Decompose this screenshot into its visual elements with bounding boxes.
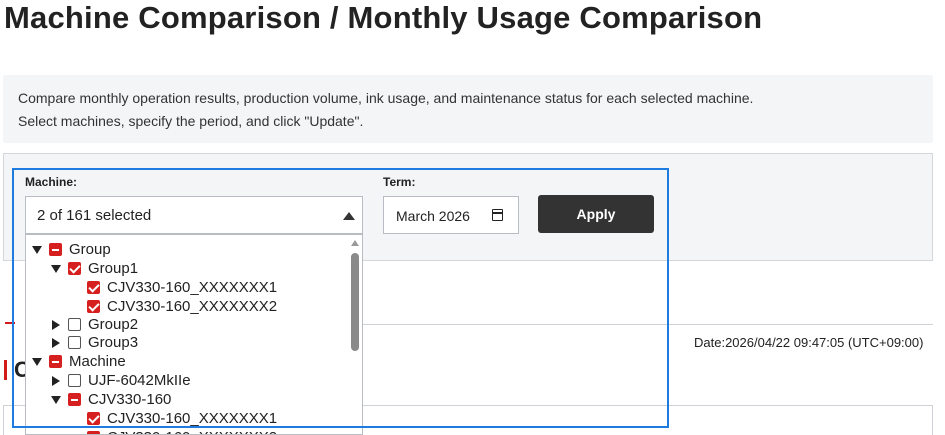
machine-label: Machine: (25, 175, 78, 189)
tree-node[interactable]: Machine (30, 352, 126, 371)
machine-tree-dropdown[interactable]: Group Group1 CJV330-160_XXXXXXX1 CJV330-160… (25, 234, 363, 435)
tree-checkbox[interactable] (68, 318, 81, 331)
tree-node-label: CJV330-160_XXXXXXX1 (107, 279, 278, 296)
tree-node[interactable]: CJV330-160_XXXXXXX2 (68, 297, 277, 316)
tree-checkbox[interactable] (87, 431, 100, 434)
tree-node[interactable]: Group3 (49, 333, 138, 352)
description-line-2: Select machines, specify the period, and… (18, 113, 364, 129)
tree-node[interactable]: Group (30, 240, 111, 259)
description-box: Compare monthly operation results, produ… (3, 75, 933, 143)
tree-node[interactable]: CJV330-160 (49, 390, 171, 409)
expand-caret-down-icon[interactable] (49, 259, 63, 278)
tree-node[interactable]: Group1 (49, 259, 138, 278)
expand-caret-right-icon[interactable] (49, 315, 63, 334)
tree-checkbox[interactable] (68, 374, 81, 387)
term-month-input[interactable]: March 2026 (383, 196, 519, 234)
tree-checkbox[interactable] (49, 243, 62, 256)
term-label: Term: (383, 175, 416, 189)
tree-checkbox[interactable] (87, 281, 100, 294)
tree-node[interactable]: CJV330-160_XXXXXXX2 (68, 428, 277, 434)
tree-node-label: CJV330-160_XXXXXXX2 (107, 429, 277, 434)
scroll-thumb[interactable] (351, 253, 359, 351)
tree-node-label: Group (69, 241, 111, 258)
tree-node[interactable]: CJV330-160_XXXXXXX1 (68, 278, 277, 297)
tree-checkbox[interactable] (87, 412, 100, 425)
expand-caret-down-icon[interactable] (30, 352, 44, 371)
tree-node-label: CJV330-160 (88, 391, 172, 408)
apply-button[interactable]: Apply (538, 195, 654, 233)
tree-node-label: CJV330-160_XXXXXXX2 (107, 298, 278, 315)
tree-node-label: Group3 (88, 334, 139, 351)
calendar-icon[interactable] (492, 209, 503, 221)
tree-node[interactable]: CJV330-160_XXXXXXX1 (68, 409, 277, 428)
machine-select[interactable]: 2 of 161 selected (25, 196, 363, 234)
tree-node-label: UJF-6042MkIIe (88, 372, 191, 389)
expand-caret-right-icon[interactable] (49, 333, 63, 352)
section-marker-bar (4, 360, 7, 380)
tree-node-label: Machine (69, 353, 126, 370)
tree-scrollbar[interactable] (348, 235, 362, 434)
term-value: March 2026 (396, 208, 470, 224)
tree-checkbox[interactable] (68, 336, 81, 349)
report-date: Date:2026/04/22 09:47:05 (UTC+09:00) (694, 335, 924, 350)
expand-caret-down-icon[interactable] (30, 240, 44, 259)
section-divider (360, 324, 933, 325)
tree-node-label: Group1 (88, 260, 139, 277)
scroll-up-arrow-icon[interactable] (351, 240, 359, 246)
description-line-1: Compare monthly operation results, produ… (18, 90, 754, 106)
section-marker-dash (5, 322, 15, 324)
tree-node-label: CJV330-160_XXXXXXX1 (107, 410, 278, 427)
caret-up-icon (343, 212, 355, 220)
page-title: Machine Comparison / Monthly Usage Compa… (4, 0, 763, 35)
machine-select-value: 2 of 161 selected (37, 207, 152, 224)
tree-checkbox[interactable] (49, 355, 62, 368)
tree-node[interactable]: Group2 (49, 315, 138, 334)
tree-node-label: Group2 (88, 316, 139, 333)
tree-checkbox[interactable] (68, 393, 81, 406)
expand-caret-right-icon[interactable] (49, 371, 63, 390)
tree-node[interactable]: UJF-6042MkIIe (49, 371, 191, 390)
tree-checkbox[interactable] (87, 300, 100, 313)
expand-caret-down-icon[interactable] (49, 390, 63, 409)
tree-checkbox[interactable] (68, 262, 81, 275)
